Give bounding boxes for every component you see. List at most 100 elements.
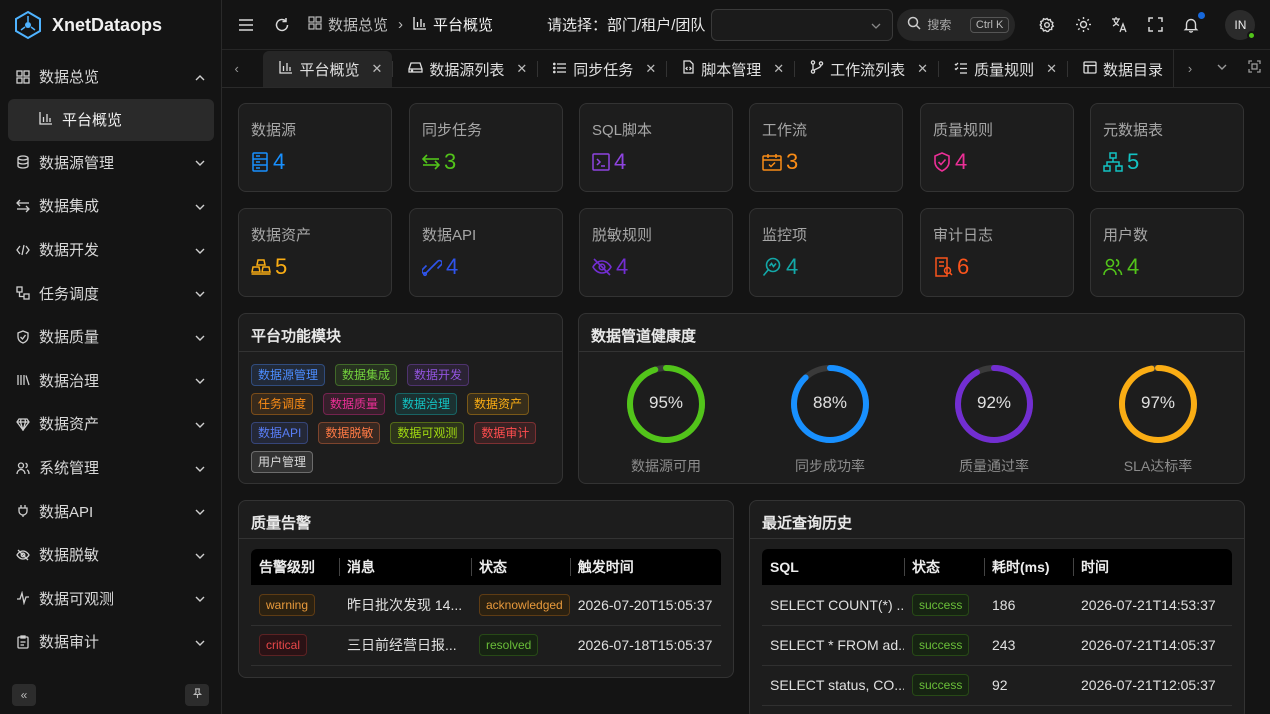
module-tag[interactable]: 数据集成 [335, 364, 398, 386]
tab-sync-tasks[interactable]: 同步任务 ✕ [537, 51, 666, 87]
notification-bell-icon[interactable] [1181, 11, 1206, 35]
theme-sun-icon[interactable] [1073, 15, 1093, 35]
module-tag[interactable]: 数据API [251, 422, 309, 444]
sql-cell: SELECT COUNT(*) ... [762, 585, 904, 626]
sidebar-item-system[interactable]: 系统管理 [0, 446, 222, 490]
column-header-message[interactable]: 消息 [339, 549, 471, 585]
scope-select[interactable] [711, 8, 894, 41]
breadcrumb-item[interactable]: 数据总览 [328, 14, 388, 35]
sidebar-subitem-platform-overview[interactable]: 平台概览 [8, 98, 214, 141]
stat-card[interactable]: 审计日志 6 [920, 208, 1074, 297]
module-tag[interactable]: 数据资产 [467, 393, 530, 415]
stat-card[interactable]: 脱敏规则 4 [579, 208, 733, 297]
maximize-icon [1247, 60, 1261, 76]
table-row[interactable]: SELECT status, CO... success 92 2026-07-21T… [762, 665, 1232, 706]
stat-card[interactable]: 监控项 4 [749, 208, 903, 297]
notification-dot [1198, 11, 1206, 19]
settings-gear-icon[interactable] [1037, 15, 1057, 35]
tab-datasource-list[interactable]: 数据源列表 ✕ [392, 51, 537, 87]
module-tag[interactable]: 数据源管理 [251, 364, 326, 386]
tab-quality-rules[interactable]: 质量规则 ✕ [938, 51, 1067, 87]
alert-table-body: warning 昨日批次发现 14... acknowledged 2026-07-2… [251, 585, 721, 666]
tab-divider [666, 61, 668, 77]
column-header-status[interactable]: 状态 [904, 549, 984, 585]
tab-bar: ‹ 平台概览 ✕ 数据源列表 ✕ 同步任务 ✕ 脚本管理 ✕ 工作流列表 ✕ 质… [222, 49, 1270, 88]
close-icon[interactable]: ✕ [645, 61, 656, 77]
module-tag[interactable]: 数据质量 [323, 393, 386, 415]
module-tag[interactable]: 数据治理 [395, 393, 458, 415]
panel-title: 质量告警 [251, 515, 312, 532]
sidebar-item-datasource[interactable]: 数据源管理 [0, 141, 222, 185]
column-header-time[interactable]: 触发时间 [569, 549, 721, 585]
column-header-sql[interactable]: SQL [762, 549, 904, 585]
module-tag[interactable]: 数据可观测 [390, 422, 465, 444]
close-icon[interactable]: ✕ [773, 61, 784, 77]
stat-card[interactable]: 质量规则 4 [920, 103, 1074, 192]
table-row[interactable]: critical 三日前经营日报... resolved 2026-07-18T15:… [251, 625, 721, 666]
tab-label: 同步任务 [573, 61, 634, 79]
status-cell: success [904, 665, 984, 706]
table-row[interactable]: SELECT * FROM ad... success 243 2026-07-21T… [762, 625, 1232, 666]
tab-maximize-button[interactable] [1238, 49, 1270, 87]
column-header-label: 时间 [1081, 559, 1109, 575]
tab-scroll-right-button[interactable]: › [1174, 49, 1206, 87]
sidebar-item-masking[interactable]: 数据脱敏 [0, 533, 222, 577]
stat-card[interactable]: SQL脚本 4 [579, 103, 733, 192]
tab-data-catalog[interactable]: 数据目录 [1066, 51, 1173, 87]
stat-card[interactable]: 工作流 3 [749, 103, 903, 192]
users-icon [16, 461, 30, 475]
module-tag[interactable]: 任务调度 [251, 393, 314, 415]
health-gauge: 95% 数据源可用 [606, 362, 726, 476]
refresh-icon[interactable] [272, 15, 292, 35]
close-icon[interactable]: ✕ [917, 61, 928, 77]
sidebar-item-integration[interactable]: 数据集成 [0, 184, 222, 228]
tab-platform-overview[interactable]: 平台概览 ✕ [263, 51, 393, 87]
column-header-level[interactable]: 告警级别 [251, 549, 339, 585]
close-icon[interactable]: ✕ [1046, 61, 1057, 77]
sidebar-item-observability[interactable]: 数据可观测 [0, 577, 222, 621]
sidebar-item-assets[interactable]: 数据资产 [0, 402, 222, 446]
tab-scroll-left-button[interactable]: ‹ [222, 49, 251, 87]
sidebar-item-development[interactable]: 数据开发 [0, 228, 222, 272]
tab-menu-dropdown-button[interactable] [1206, 49, 1238, 87]
library-icon [16, 373, 30, 387]
close-icon[interactable]: ✕ [371, 61, 382, 77]
table-row[interactable]: warning 昨日批次发现 14... acknowledged 2026-07-2… [251, 585, 721, 626]
stat-value-row: 4 [251, 149, 285, 175]
translate-icon[interactable] [1109, 15, 1129, 35]
column-header-status[interactable]: 状态 [471, 549, 570, 585]
sidebar-item-governance[interactable]: 数据治理 [0, 359, 222, 403]
stat-card[interactable]: 元数据表 5 [1090, 103, 1244, 192]
menu-toggle-icon[interactable] [236, 15, 256, 35]
sidebar-item-audit[interactable]: 数据审计 [0, 620, 222, 664]
search-box[interactable]: 搜索 Ctrl K [897, 8, 1016, 41]
module-tag[interactable]: 数据脱敏 [318, 422, 381, 444]
table-row[interactable]: SELECT COUNT(*) ... success 186 2026-07-21T… [762, 585, 1232, 626]
sidebar-item-overview[interactable]: 数据总览 [0, 55, 222, 99]
tab-script-management[interactable]: 脚本管理 ✕ [666, 51, 794, 87]
app-logo[interactable]: XnetDataops [0, 0, 222, 50]
user-avatar[interactable]: IN [1225, 9, 1257, 40]
stat-card[interactable]: 同步任务 3 [409, 103, 563, 192]
sidebar-item-scheduling[interactable]: 任务调度 [0, 271, 222, 315]
tab-label: 数据源列表 [429, 61, 505, 79]
sidebar-item-api[interactable]: 数据API [0, 489, 222, 533]
panel-title: 最近查询历史 [762, 515, 853, 532]
stat-card[interactable]: 数据源 4 [238, 103, 392, 192]
tab-workflow-list[interactable]: 工作流列表 ✕ [794, 51, 938, 87]
chevron-down-icon [194, 462, 206, 474]
fullscreen-icon[interactable] [1145, 15, 1165, 35]
module-tag[interactable]: 数据开发 [407, 364, 470, 386]
module-tag[interactable]: 数据审计 [474, 422, 537, 444]
column-header-duration[interactable]: 耗时(ms) [984, 549, 1073, 585]
stat-card[interactable]: 数据资产 5 [238, 208, 392, 297]
collapse-sidebar-button[interactable]: « [12, 684, 36, 706]
module-tag[interactable]: 用户管理 [251, 451, 314, 473]
pin-sidebar-button[interactable] [185, 684, 209, 706]
stat-card[interactable]: 用户数 4 [1090, 208, 1244, 297]
stat-card[interactable]: 数据API 4 [409, 208, 563, 297]
query-table-body: SELECT COUNT(*) ... success 186 2026-07-21T… [762, 585, 1232, 706]
column-header-time[interactable]: 时间 [1073, 549, 1232, 585]
sidebar-item-quality[interactable]: 数据质量 [0, 315, 222, 359]
close-icon[interactable]: ✕ [516, 61, 527, 77]
